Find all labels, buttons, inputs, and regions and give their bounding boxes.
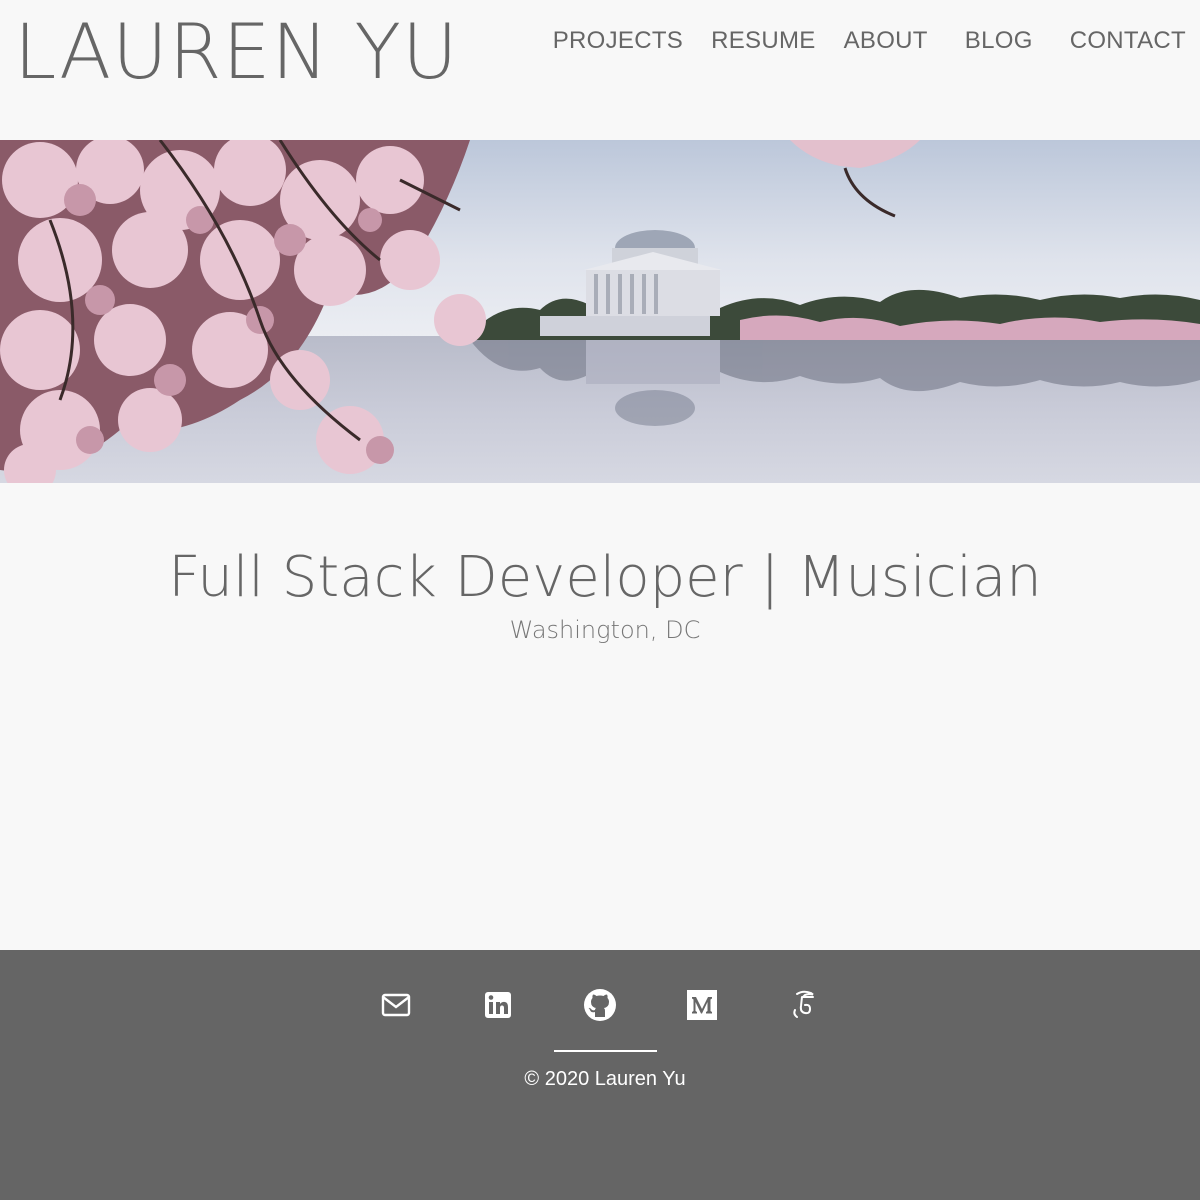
medium-icon[interactable] <box>681 984 723 1026</box>
copyright: © 2020 Lauren Yu <box>524 1068 686 1090</box>
tagline: Full Stack Developer | Musician <box>168 545 1042 610</box>
email-icon[interactable] <box>375 984 417 1026</box>
nav-projects[interactable]: PROJECTS <box>553 26 683 56</box>
site-header: LAUREN YU PROJECTS RESUME ABOUT BLOG CON… <box>0 0 1200 140</box>
footer-divider <box>554 1050 657 1052</box>
site-title[interactable]: LAUREN YU <box>14 14 459 90</box>
nav-about[interactable]: ABOUT <box>844 26 928 56</box>
main-nav: PROJECTS RESUME ABOUT BLOG CONTACT <box>525 26 1186 56</box>
github-icon[interactable] <box>579 984 621 1026</box>
hero-image <box>0 140 1200 483</box>
freecodecamp-icon[interactable] <box>783 984 825 1026</box>
nav-resume[interactable]: RESUME <box>711 26 815 56</box>
linkedin-icon[interactable] <box>477 984 519 1026</box>
social-links <box>0 984 1200 1026</box>
location: Washington, DC <box>509 616 701 644</box>
site-footer: © 2020 Lauren Yu <box>0 950 1200 1200</box>
nav-contact[interactable]: CONTACT <box>1070 26 1186 56</box>
nav-blog[interactable]: BLOG <box>965 26 1033 56</box>
